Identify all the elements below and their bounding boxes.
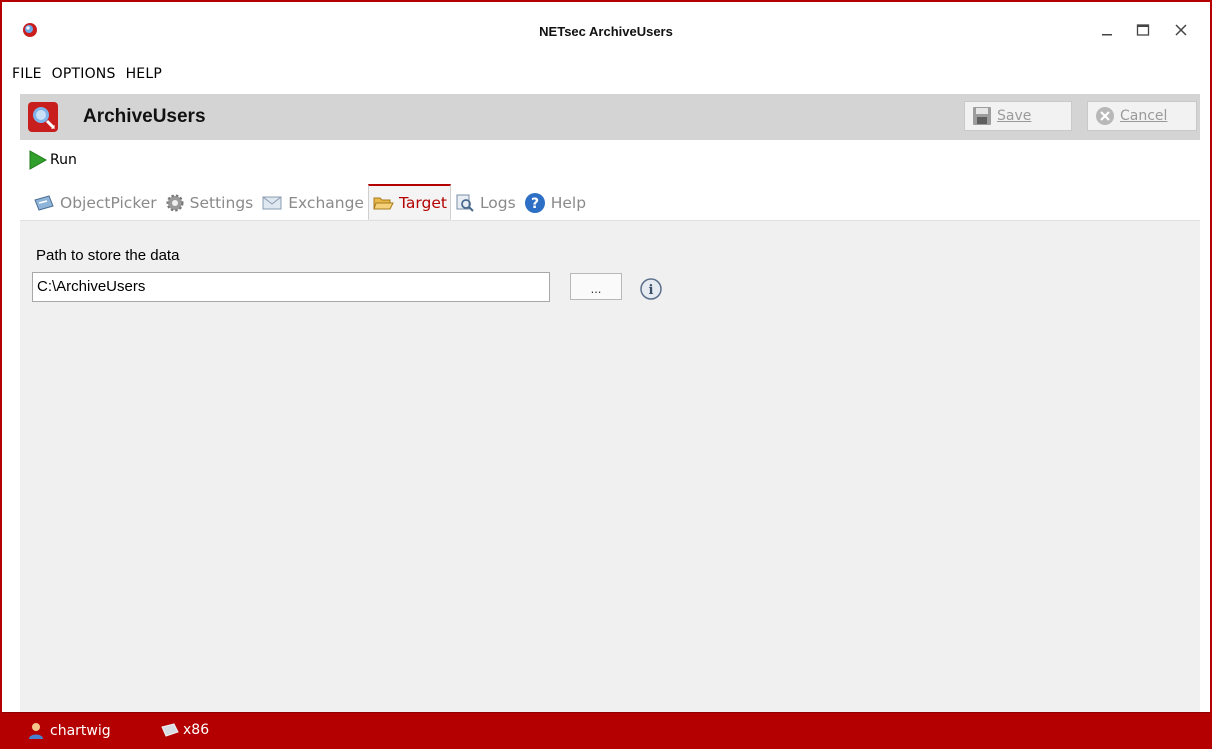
menu-help[interactable]: HELP — [126, 62, 162, 88]
path-input[interactable]: C:\ArchiveUsers — [32, 272, 550, 302]
cancel-button[interactable]: Cancel — [1087, 101, 1197, 131]
status-user: chartwig — [28, 722, 111, 740]
status-bar: chartwig x86 — [2, 712, 1210, 749]
tab-label: Settings — [189, 194, 254, 212]
cancel-icon — [1096, 107, 1114, 125]
path-label: Path to store the data — [36, 247, 180, 264]
user-icon — [29, 723, 43, 739]
save-button[interactable]: Save — [964, 101, 1072, 131]
processor-icon — [161, 723, 179, 737]
menu-bar: FILE OPTIONS HELP — [2, 62, 162, 88]
tab-label: Logs — [479, 194, 516, 212]
target-panel: Path to store the data C:\ArchiveUsers .… — [20, 220, 1200, 712]
tab-target[interactable]: Target — [367, 184, 451, 220]
tab-logs[interactable]: Logs — [451, 186, 520, 220]
status-arch-label: x86 — [183, 722, 210, 738]
help-icon: ? — [524, 193, 545, 213]
run-label: Run — [50, 152, 77, 168]
maximize-button[interactable] — [1126, 16, 1160, 44]
tab-settings[interactable]: Settings — [161, 186, 258, 220]
envelope-icon — [262, 196, 282, 210]
browse-button[interactable]: ... — [570, 273, 622, 300]
gear-icon — [166, 194, 184, 212]
app-window: NETsec ArchiveUsers FILE OPTIONS HELP x … — [0, 0, 1212, 749]
svg-text:?: ? — [531, 196, 539, 212]
play-icon — [29, 150, 48, 170]
archive-users-logo-icon: x — [28, 102, 58, 132]
info-icon[interactable]: i — [640, 278, 662, 300]
tab-objectpicker[interactable]: ObjectPicker — [29, 186, 161, 220]
tab-exchange[interactable]: Exchange — [257, 186, 368, 220]
object-picker-icon — [34, 195, 54, 211]
status-username: chartwig — [50, 723, 111, 739]
close-icon — [1175, 24, 1187, 36]
menu-file[interactable]: FILE — [12, 62, 42, 88]
title-bar: NETsec ArchiveUsers — [2, 2, 1210, 52]
module-title: ArchiveUsers — [83, 106, 206, 127]
log-search-icon — [456, 194, 474, 212]
window-title: NETsec ArchiveUsers — [539, 24, 673, 39]
close-button[interactable] — [1164, 16, 1198, 44]
tab-label: ObjectPicker — [60, 194, 157, 212]
tab-label: Target — [398, 193, 447, 212]
svg-text:i: i — [649, 283, 654, 298]
menu-options[interactable]: OPTIONS — [52, 62, 116, 88]
tab-label: Exchange — [288, 194, 364, 212]
tab-strip: ObjectPicker Settings Exchange Target Lo… — [29, 184, 590, 220]
folder-open-icon — [373, 197, 394, 209]
save-label: Save — [997, 108, 1032, 124]
run-button[interactable]: Run — [28, 149, 77, 171]
module-header: x ArchiveUsers Save Cancel — [20, 94, 1200, 140]
minimize-icon — [1102, 34, 1112, 36]
minimize-button[interactable] — [1090, 16, 1124, 44]
status-architecture: x86 — [160, 722, 209, 738]
svg-text:x: x — [51, 123, 55, 131]
tab-label: Help — [550, 194, 587, 212]
floppy-disk-icon — [973, 107, 991, 125]
maximize-icon — [1136, 24, 1150, 36]
cancel-label: Cancel — [1120, 108, 1168, 124]
tab-help[interactable]: ? Help — [520, 186, 590, 220]
